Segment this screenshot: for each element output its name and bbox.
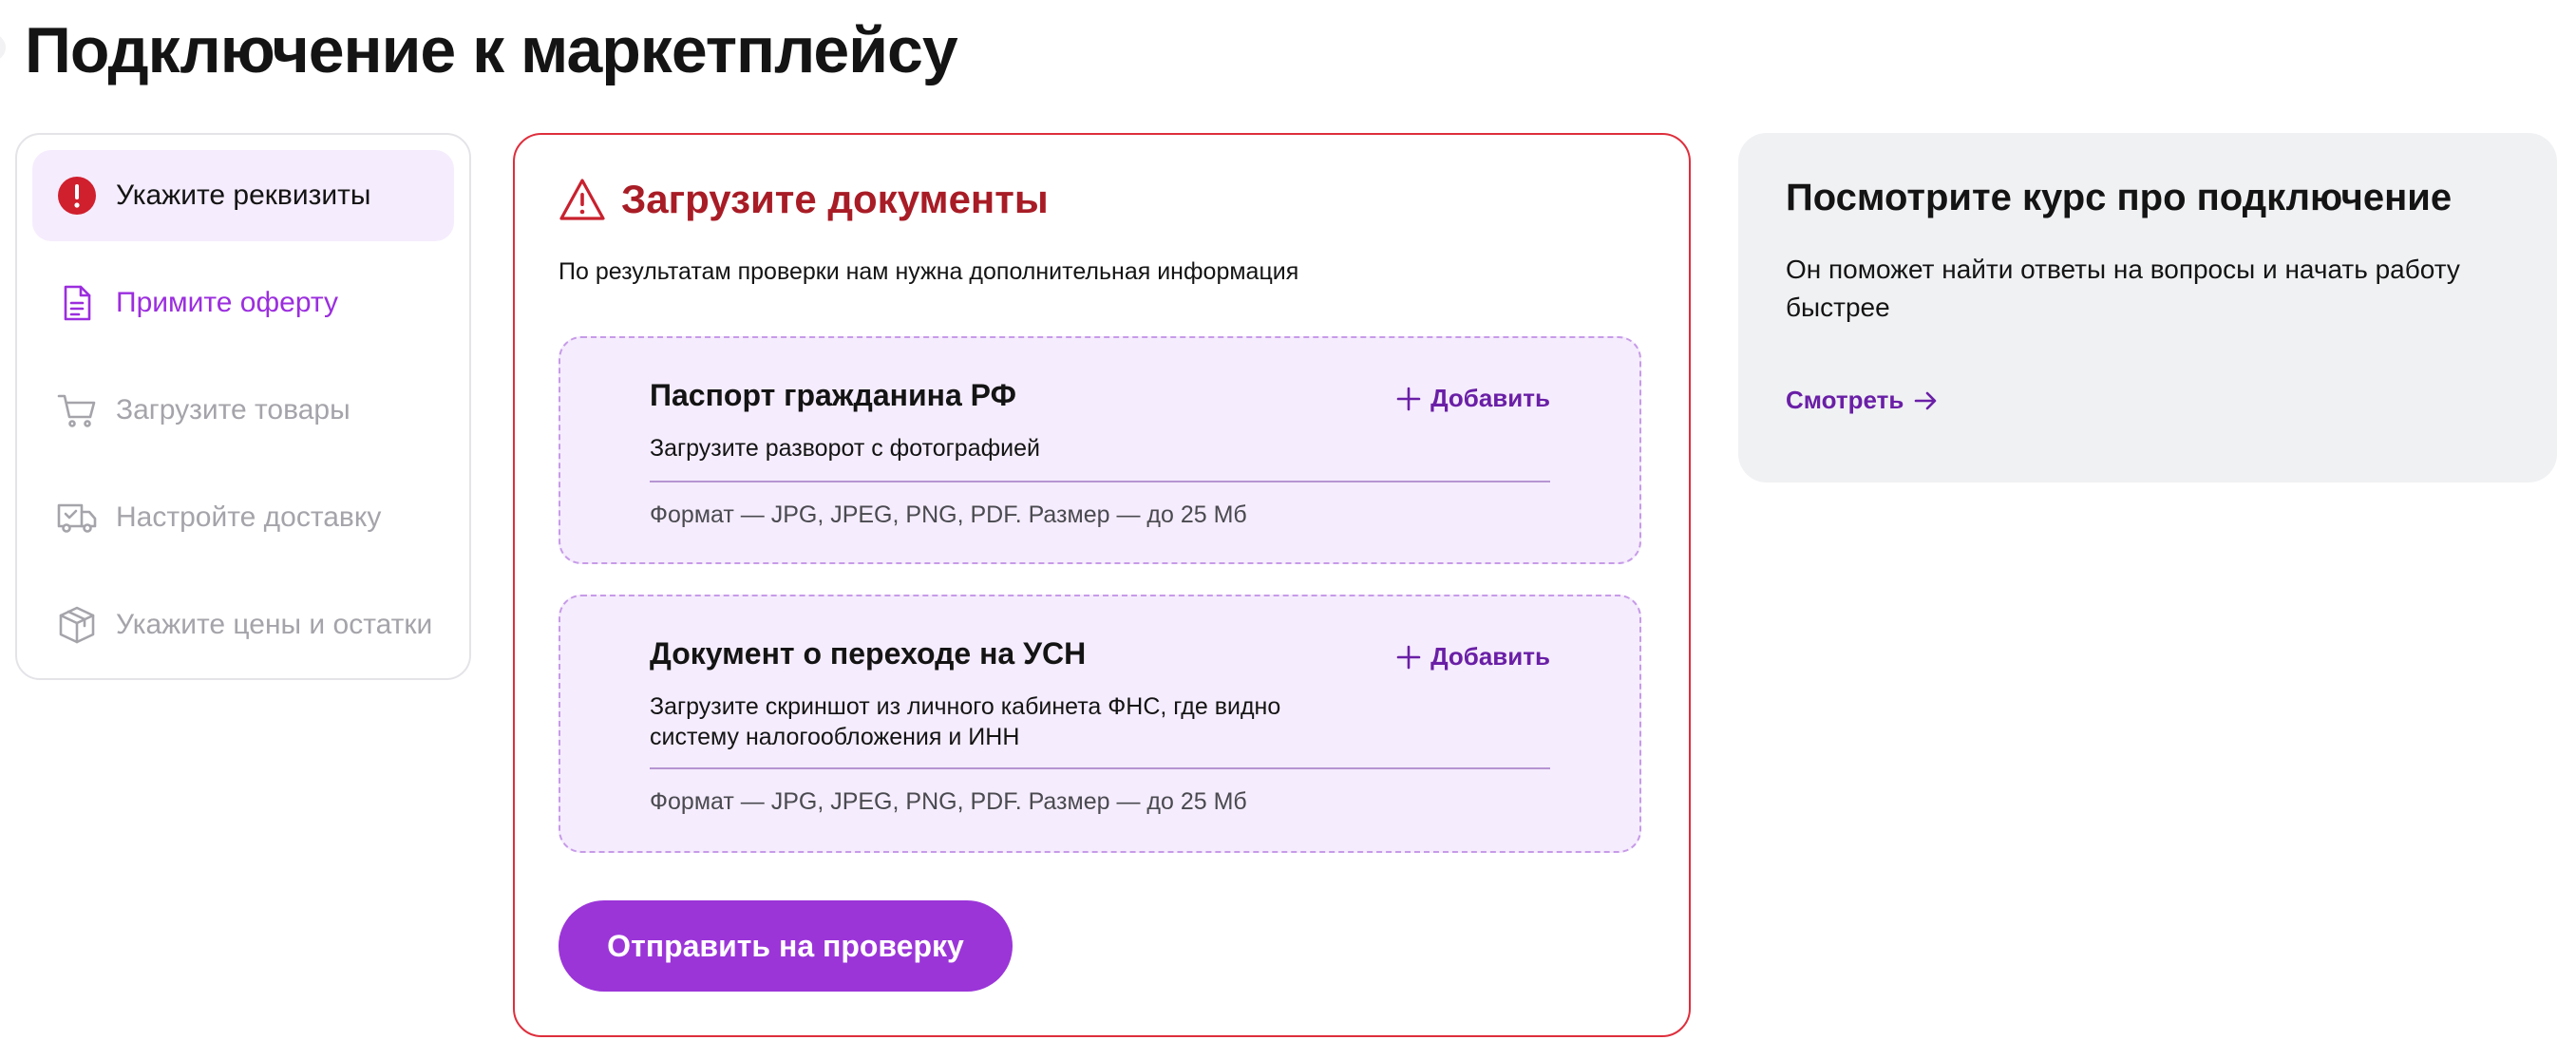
step-offer[interactable]: Примите оферту [32, 257, 454, 349]
card-subtitle: По результатам проверки нам нужна дополн… [559, 258, 1299, 285]
step-products[interactable]: Загрузите товары [32, 365, 454, 456]
divider [650, 767, 1550, 769]
upload-format-hint: Формат — JPG, JPEG, PNG, PDF. Размер — д… [650, 788, 1247, 815]
page-title: Подключение к маркетплейсу [25, 14, 958, 86]
onboarding-steps: Укажите реквизиты Примите оферту Загрузи… [15, 133, 471, 680]
course-card: Посмотрите курс про подключение Он помож… [1738, 133, 2557, 482]
upload-documents-card: Загрузите документы По результатам прове… [513, 133, 1691, 1037]
link-label: Смотреть [1786, 386, 1904, 414]
upload-description: Загрузите разворот с фотографией [650, 435, 1041, 462]
step-delivery[interactable]: Настройте доставку [32, 472, 454, 563]
upload-usn-document[interactable]: Документ о переходе на УСН Добавить Загр… [559, 595, 1641, 853]
box-icon [57, 605, 97, 645]
add-usn-button[interactable]: Добавить [1396, 642, 1550, 671]
cart-icon [57, 390, 97, 430]
edge-marker [0, 34, 6, 61]
course-title: Посмотрите курс про подключение [1786, 177, 2453, 218]
step-requisites[interactable]: Укажите реквизиты [32, 150, 454, 241]
course-text: Он поможет найти ответы на вопросы и нач… [1786, 255, 2460, 322]
add-passport-button[interactable]: Добавить [1396, 384, 1550, 413]
warning-icon [559, 179, 605, 220]
document-icon [57, 283, 97, 323]
error-icon [57, 176, 97, 216]
plus-icon [1396, 645, 1421, 669]
watch-course-link[interactable]: Смотреть [1786, 386, 1938, 415]
step-label: Укажите цены и остатки [116, 609, 433, 640]
upload-title: Паспорт гражданина РФ [650, 378, 1016, 412]
step-label: Примите оферту [116, 287, 338, 318]
step-label: Настройте доставку [116, 501, 382, 533]
divider [650, 481, 1550, 482]
upload-title: Документ о переходе на УСН [650, 636, 1087, 671]
add-label: Добавить [1430, 642, 1550, 671]
submit-for-review-button[interactable]: Отправить на проверку [559, 900, 1013, 992]
card-title: Загрузите документы [621, 177, 1049, 221]
truck-icon [57, 498, 97, 538]
plus-icon [1396, 387, 1421, 410]
step-label: Загрузите товары [116, 394, 350, 425]
upload-format-hint: Формат — JPG, JPEG, PNG, PDF. Размер — д… [650, 501, 1247, 528]
upload-description: Загрузите скриншот из личного кабинета Ф… [650, 693, 1281, 750]
step-prices[interactable]: Укажите цены и остатки [32, 579, 454, 671]
add-label: Добавить [1430, 384, 1550, 412]
arrow-right-icon [1915, 391, 1937, 409]
step-label: Укажите реквизиты [116, 180, 371, 211]
upload-passport[interactable]: Паспорт гражданина РФ Добавить Загрузите… [559, 336, 1641, 564]
card-header: Загрузите документы [559, 177, 1049, 222]
